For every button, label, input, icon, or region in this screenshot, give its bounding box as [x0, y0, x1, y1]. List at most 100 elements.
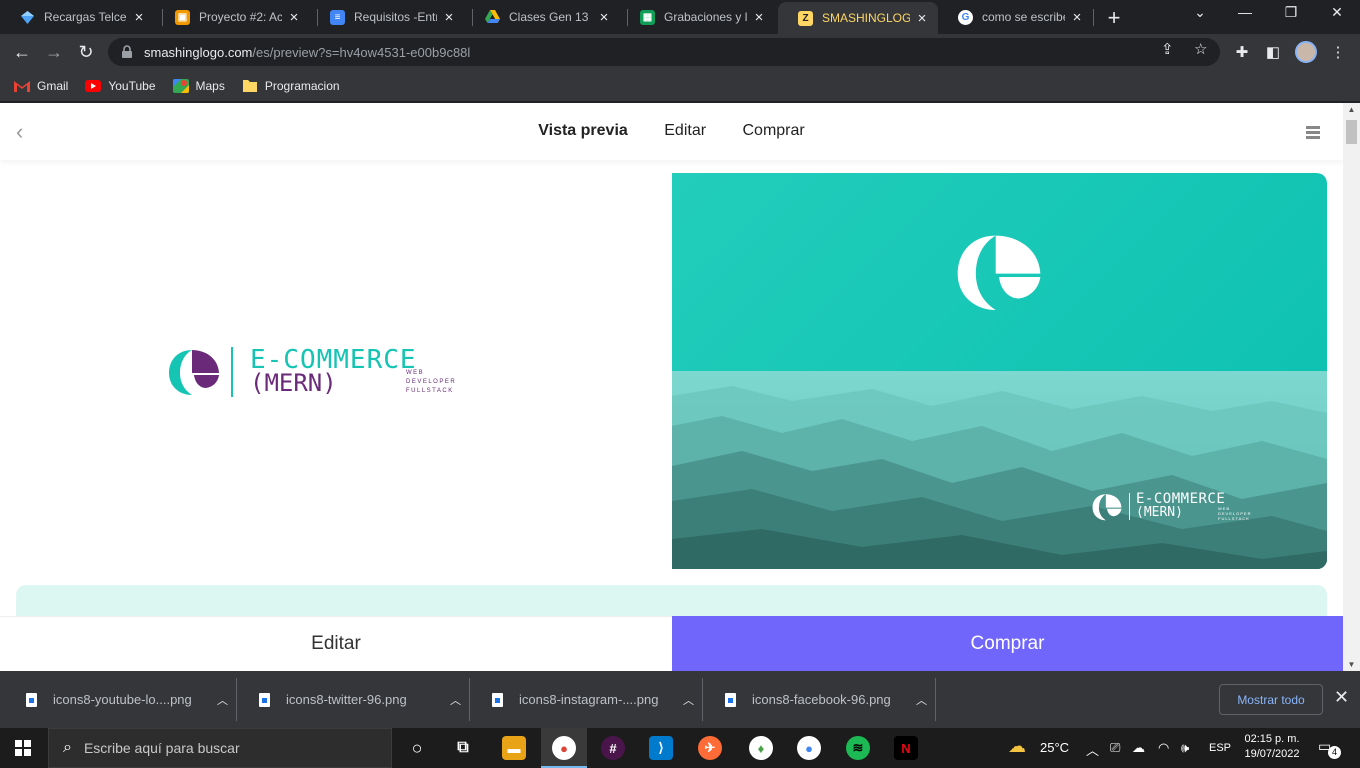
download-item[interactable]: icons8-facebook-96.png ︿ — [703, 678, 936, 721]
windows-start-icon[interactable] — [15, 740, 31, 756]
reload-icon[interactable]: ↻ — [73, 39, 99, 65]
close-downloads-icon[interactable]: ✕ — [1334, 687, 1349, 708]
forward-arrow-icon[interactable]: → — [41, 39, 67, 65]
logo-tagline: WEB DEVELOPER FULLSTACK — [406, 369, 456, 396]
vscode-icon[interactable]: ⟩ — [649, 736, 673, 760]
onedrive-icon[interactable]: ☁ — [1132, 740, 1145, 756]
chrome-profile-icon[interactable]: ● — [797, 736, 821, 760]
buy-button[interactable]: Comprar — [672, 616, 1343, 671]
tab-title: Clases Gen 13 - N — [509, 10, 592, 24]
bookmark-label: Maps — [195, 78, 225, 93]
download-item[interactable]: icons8-twitter-96.png ︿ — [237, 678, 470, 721]
close-icon[interactable]: × — [751, 9, 767, 26]
taskbar-clock[interactable]: 02:15 p. m. 19/07/2022 — [1240, 732, 1304, 762]
bookmark-youtube[interactable]: YouTube — [85, 79, 156, 93]
bookmark-maps[interactable]: Maps — [172, 78, 225, 93]
scrollbar-thumb[interactable] — [1346, 120, 1357, 144]
slack-icon[interactable]: # — [601, 736, 625, 760]
language-indicator[interactable]: ESP — [1209, 742, 1231, 754]
download-filename: icons8-twitter-96.png — [286, 692, 407, 707]
address-bar[interactable]: smashinglogo.com/es/preview?s=hv4ow4531-… — [108, 38, 1220, 66]
profile-avatar[interactable] — [1295, 41, 1317, 63]
browser-tab-strip: Recargas Telcel × ▣ Proyecto #2: Aca × ≡… — [0, 0, 1360, 34]
nav-vista-previa[interactable]: Vista previa — [538, 122, 628, 139]
youtube-icon — [85, 79, 102, 92]
logo-e-mark-white-icon — [957, 235, 1041, 311]
edit-button[interactable]: Editar — [0, 616, 672, 671]
tab-smashinglogo[interactable]: Z SMASHINGLOGO × — [778, 2, 938, 34]
close-icon[interactable]: × — [441, 9, 457, 26]
smashinglogo-icon: Z — [798, 10, 813, 26]
bookmark-programacion[interactable]: Programacion — [242, 79, 340, 93]
chevron-up-icon[interactable]: ︿ — [683, 692, 694, 708]
bookmark-gmail[interactable]: Gmail — [14, 79, 68, 93]
notifications-icon[interactable]: ▭ 4 — [1318, 738, 1341, 759]
tab-recargas-telcel[interactable]: Recargas Telcel × — [0, 4, 155, 30]
show-all-downloads-button[interactable]: Mostrar todo — [1219, 684, 1323, 715]
download-item[interactable]: icons8-youtube-lo....png ︿ — [4, 678, 237, 721]
tray-chevron-up-icon[interactable]: ︿ — [1086, 740, 1099, 759]
logo-preview-overlay: E-COMMERCE (MERN) WEB DEVELOPER FULLSTAC… — [1092, 491, 1282, 523]
browser-toolbar: ← → ↻ smashinglogo.com/es/preview?s=hv4o… — [0, 34, 1360, 70]
download-filename: icons8-instagram-....png — [519, 692, 659, 707]
tab-como-se-escribe[interactable]: G como se escribe × — [938, 4, 1093, 30]
hamburger-menu-icon[interactable] — [1306, 126, 1320, 139]
tab-proyecto-2[interactable]: ▣ Proyecto #2: Aca × — [155, 4, 310, 30]
taskbar-search-input[interactable]: ⌕ Escribe aquí para buscar — [48, 728, 392, 768]
bookmark-star-icon[interactable]: ☆ — [1194, 40, 1207, 58]
close-icon[interactable]: × — [914, 10, 930, 27]
cortana-icon[interactable]: ○ — [405, 736, 429, 760]
mongodb-compass-icon[interactable]: ♦ — [749, 736, 773, 760]
new-tab-button[interactable]: + — [1102, 5, 1126, 31]
url-path: /es/preview?s=hv4ow4531-e00b9c88l — [252, 44, 471, 60]
side-panel-icon[interactable]: ◧ — [1262, 42, 1284, 64]
restore-icon[interactable]: ❐ — [1271, 4, 1311, 21]
tab-search-icon[interactable]: ⌄ — [1180, 4, 1220, 21]
spotify-icon[interactable]: ≋ — [846, 736, 870, 760]
nav-editar[interactable]: Editar — [664, 122, 706, 139]
search-icon: ⌕ — [63, 739, 72, 756]
classroom-icon: ▣ — [175, 9, 190, 25]
chevron-up-icon[interactable]: ︿ — [916, 692, 927, 708]
close-icon[interactable]: × — [1069, 9, 1085, 26]
page-scrollbar[interactable]: ▲ ▼ — [1343, 103, 1360, 671]
downloads-bar: icons8-youtube-lo....png ︿ icons8-twitte… — [0, 671, 1360, 728]
logo-divider — [231, 347, 233, 397]
chevron-up-icon[interactable]: ︿ — [450, 692, 461, 708]
download-item[interactable]: icons8-instagram-....png ︿ — [470, 678, 703, 721]
file-explorer-icon[interactable]: ▬ — [502, 736, 526, 760]
close-icon[interactable]: × — [596, 9, 612, 26]
tab-grabaciones[interactable]: ▦ Grabaciones y lin × — [620, 4, 775, 30]
chrome-icon[interactable]: ● — [552, 736, 576, 760]
download-filename: icons8-facebook-96.png — [752, 692, 891, 707]
scroll-up-icon[interactable]: ▲ — [1343, 105, 1360, 114]
meet-now-icon[interactable]: ⎚ — [1110, 740, 1120, 756]
window-close-icon[interactable]: ✕ — [1317, 4, 1357, 21]
netflix-icon[interactable]: N — [894, 736, 918, 760]
tab-title: Proyecto #2: Aca — [199, 10, 282, 24]
lock-icon — [122, 45, 132, 58]
postman-icon[interactable]: ✈ — [698, 736, 722, 760]
tab-requisitos[interactable]: ≡ Requisitos -Entre × — [310, 4, 465, 30]
scroll-down-icon[interactable]: ▼ — [1343, 660, 1360, 669]
chevron-up-icon[interactable]: ︿ — [217, 692, 228, 708]
wifi-icon[interactable]: ◠ — [1158, 740, 1169, 756]
tab-clases-gen-13[interactable]: Clases Gen 13 - N × — [465, 4, 620, 30]
url-host: smashinglogo.com — [144, 44, 253, 60]
tab-title: Grabaciones y lin — [664, 10, 747, 24]
back-arrow-icon[interactable]: ← — [9, 39, 35, 65]
file-icon — [725, 692, 736, 707]
site-header: ‹ Vista previa Editar Comprar — [0, 103, 1343, 160]
volume-icon[interactable]: 🕪 — [1181, 740, 1189, 756]
menu-kebab-icon[interactable]: ⋮ — [1327, 42, 1349, 64]
share-icon[interactable]: ⇪ — [1161, 40, 1174, 58]
weather-temp[interactable]: 25°C — [1040, 740, 1069, 755]
close-icon[interactable]: × — [131, 9, 147, 26]
nav-comprar[interactable]: Comprar — [743, 122, 805, 139]
close-icon[interactable]: × — [286, 9, 302, 26]
task-view-icon[interactable]: ⧉ — [451, 736, 475, 760]
minimize-icon[interactable]: — — [1225, 4, 1265, 20]
weather-icon[interactable]: ☁ — [1008, 736, 1026, 757]
logo-preview-card: E-COMMERCE (MERN) WEB DEVELOPER FULLSTAC… — [672, 173, 1327, 569]
extensions-icon[interactable]: ✚ — [1231, 42, 1253, 64]
